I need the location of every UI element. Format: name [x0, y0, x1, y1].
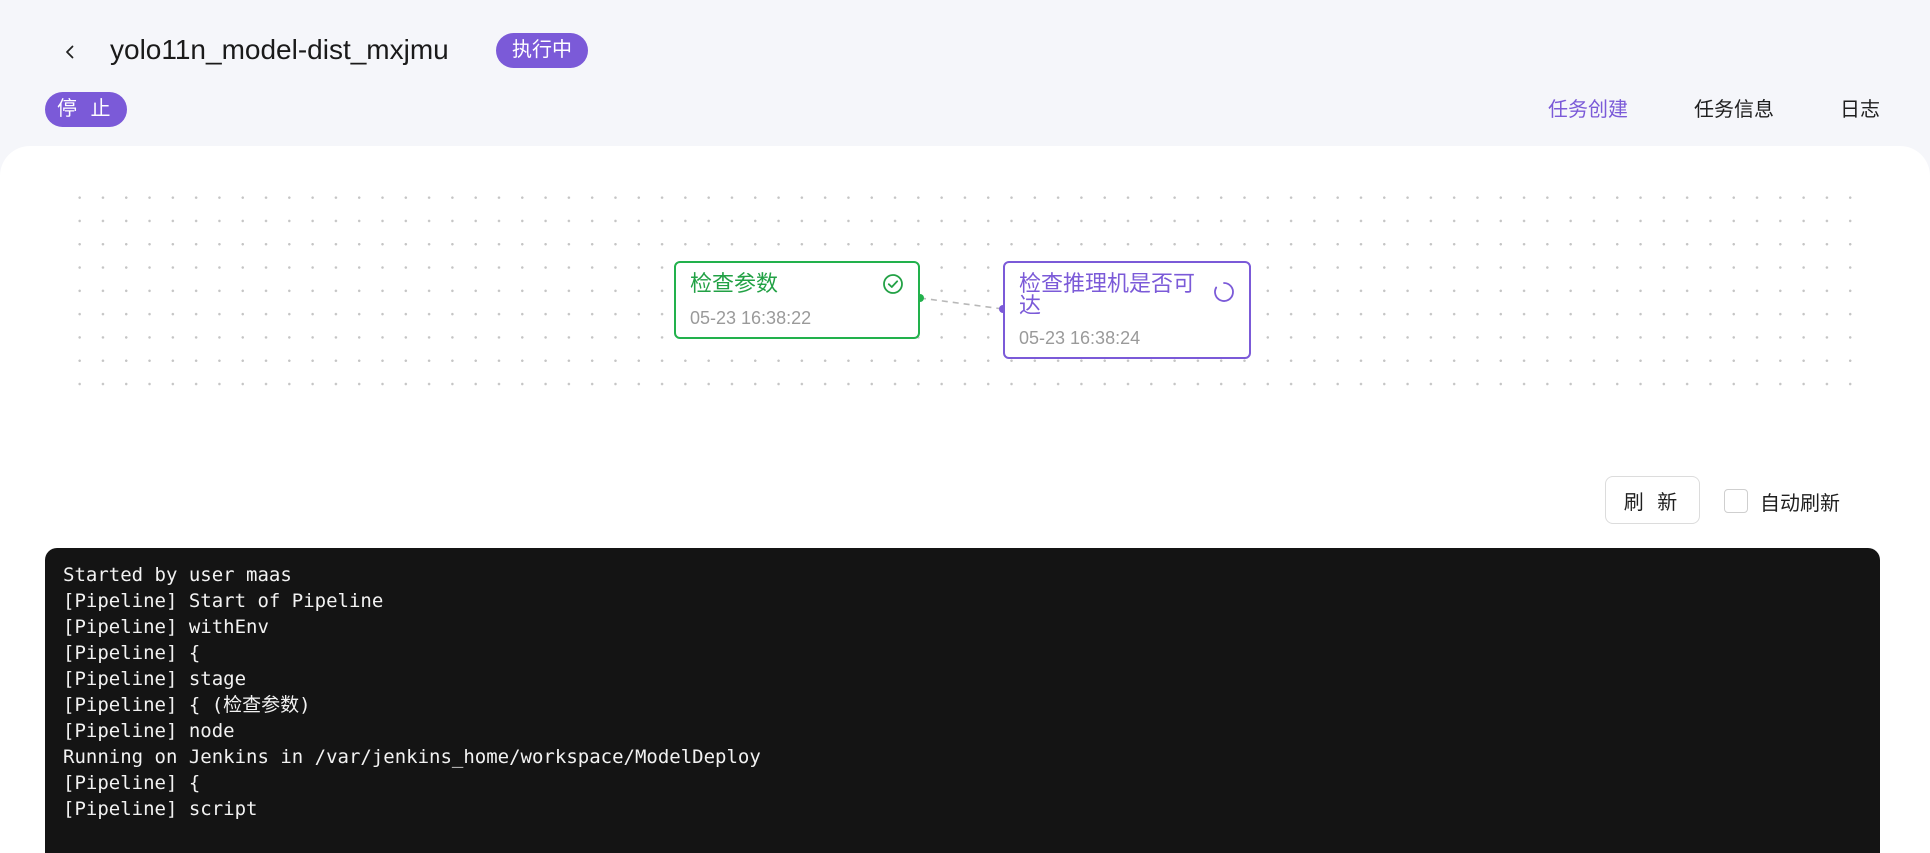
page-header: yolo11n_model-dist_mxjmu 执行中 停 止 任务创建 任务…: [0, 0, 1930, 148]
log-line: Started by user maas: [63, 564, 292, 586]
log-console[interactable]: Started by user maas [Pipeline] Start of…: [45, 548, 1880, 853]
node-title: 检查参数: [690, 271, 779, 296]
pipeline-node-check-params[interactable]: 检查参数 05-23 16:38:22: [674, 261, 920, 339]
log-line: [Pipeline] {: [63, 772, 201, 794]
refresh-button[interactable]: 刷 新: [1605, 476, 1700, 524]
log-line: [Pipeline] node: [63, 720, 235, 742]
back-button[interactable]: [56, 38, 84, 66]
log-line: [Pipeline] withEnv: [63, 616, 269, 638]
log-line: Running on Jenkins in /var/jenkins_home/…: [63, 746, 761, 768]
page-title: yolo11n_model-dist_mxjmu: [110, 34, 449, 65]
tab-bar: 任务创建 任务信息 日志: [1482, 92, 1880, 128]
log-line: [Pipeline] Start of Pipeline: [63, 590, 384, 612]
tab-task-create[interactable]: 任务创建: [1548, 92, 1628, 128]
chevron-left-icon: [66, 45, 74, 59]
check-circle-icon: [882, 273, 904, 295]
log-line: [Pipeline] { (检查参数): [63, 694, 311, 716]
auto-refresh-toggle[interactable]: 自动刷新: [1724, 487, 1840, 515]
node-title: 检查推理机是否可达: [1019, 271, 1196, 318]
main-panel: 检查参数 05-23 16:38:22 检查推理机是否可达 05-23 16:3…: [0, 146, 1930, 853]
pipeline-node-check-reachability[interactable]: 检查推理机是否可达 05-23 16:38:24: [1003, 261, 1251, 359]
stop-button[interactable]: 停 止: [45, 92, 127, 127]
log-line: [Pipeline] {: [63, 642, 201, 664]
node-time: 05-23 16:38:24: [1019, 328, 1141, 348]
auto-refresh-checkbox[interactable]: [1724, 489, 1748, 513]
page: yolo11n_model-dist_mxjmu 执行中 停 止 任务创建 任务…: [0, 0, 1930, 853]
log-line: [Pipeline] script: [63, 798, 258, 820]
node-time: 05-23 16:38:22: [690, 308, 812, 328]
tab-log[interactable]: 日志: [1840, 92, 1880, 128]
loading-spinner-icon: [1213, 281, 1235, 303]
pipeline-canvas: [68, 186, 1858, 386]
auto-refresh-label: 自动刷新: [1760, 492, 1840, 515]
log-line: [Pipeline] stage: [63, 668, 247, 690]
status-badge: 执行中: [496, 33, 588, 68]
tab-task-info[interactable]: 任务信息: [1694, 92, 1774, 128]
